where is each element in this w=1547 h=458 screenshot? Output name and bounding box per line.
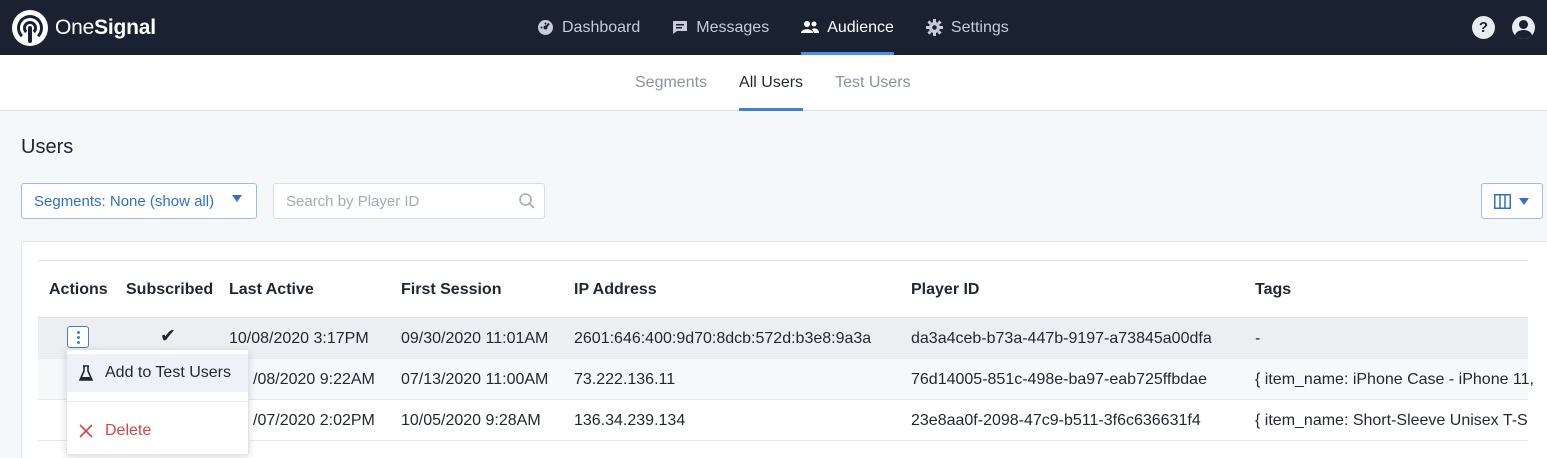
tab-segments[interactable]: Segments [635, 55, 707, 111]
col-tags: Tags [1255, 281, 1292, 298]
help-icon[interactable]: ? [1472, 16, 1495, 39]
users-table: Actions Subscribed Last Active First Ses… [38, 260, 1534, 441]
onesignal-logo[interactable]: OneSignal [12, 10, 156, 46]
nav-settings[interactable]: Settings [925, 0, 1009, 55]
cell-last-active: /07/2020 2:02PM [253, 412, 375, 429]
cell-ip: 73.222.136.11 [574, 371, 676, 388]
flask-icon [79, 364, 93, 381]
cell-first-session: 07/13/2020 11:00AM [401, 371, 549, 388]
cell-player-id[interactable]: 76d14005-851c-498e-ba97-eab725ffbdae [911, 371, 1207, 389]
cell-first-session: 09/30/2020 11:01AM [401, 330, 549, 347]
delete-user-item[interactable]: Delete [67, 412, 248, 450]
table-row: /07/2020 2:02PM 10/05/2020 9:28AM 136.34… [38, 400, 1528, 441]
dashboard-icon [538, 20, 553, 35]
cell-ip: 2601:646:400:9d70:8dcb:572d:b3e8:9a3a [574, 330, 872, 347]
cell-last-active: 10/08/2020 3:17PM [229, 330, 369, 347]
caret-down-icon [1519, 198, 1529, 205]
nav-dashboard-label: Dashboard [562, 18, 641, 36]
cell-last-active: /08/2020 9:22AM [253, 371, 375, 388]
nav-audience-label: Audience [827, 18, 894, 36]
row-actions-button[interactable] [67, 326, 89, 348]
nav-audience[interactable]: Audience [801, 0, 894, 55]
table-header: Actions Subscribed Last Active First Ses… [38, 261, 1528, 318]
tab-all-users[interactable]: All Users [739, 55, 804, 111]
logo-text: OneSignal [55, 16, 156, 39]
message-icon [673, 21, 688, 34]
segments-dropdown-label: Segments: None (show all) [34, 192, 215, 210]
col-actions: Actions [49, 281, 108, 298]
cell-tags: { item_name: Short-Sleeve Unisex T-S [1255, 412, 1528, 429]
col-last-active[interactable]: Last Active [229, 281, 314, 299]
row-actions-menu: Add to Test Users Delete [66, 349, 249, 455]
top-nav: OneSignal Dashboard Messages Audience Se… [0, 0, 1547, 55]
avatar[interactable] [1512, 16, 1535, 39]
table-row: ✔ 10/08/2020 3:17PM 09/30/2020 11:01AM 2… [38, 318, 1528, 359]
page-title: Users [21, 136, 74, 158]
columns-icon [1494, 194, 1511, 209]
nav-messages[interactable]: Messages [672, 0, 769, 55]
users-icon [801, 21, 820, 33]
cell-tags: { item_name: iPhone Case - iPhone 11, [1255, 371, 1534, 388]
cell-player-id[interactable]: da3a4ceb-b73a-447b-9197-a73845a00dfa [911, 330, 1212, 348]
search-input[interactable] [286, 184, 516, 218]
menu-divider [67, 401, 248, 402]
cell-first-session: 10/05/2020 9:28AM [401, 412, 541, 429]
search-field[interactable] [273, 183, 545, 219]
search-icon [519, 193, 535, 209]
audience-subnav: Segments All Users Test Users [0, 55, 1547, 111]
cell-ip: 136.34.239.134 [574, 412, 686, 429]
users-card: Actions Subscribed Last Active First Ses… [21, 241, 1547, 458]
col-subscribed: Subscribed [126, 281, 214, 298]
delete-label: Delete [105, 422, 152, 439]
cell-player-id[interactable]: 23e8aa0f-2098-47c9-b511-3f6c636631f4 [911, 412, 1201, 430]
cell-tags: - [1255, 330, 1261, 347]
col-ip-address: IP Address [574, 281, 657, 298]
tab-test-users[interactable]: Test Users [835, 55, 911, 111]
onesignal-logo-icon [12, 10, 48, 46]
close-icon [79, 424, 93, 438]
table-row: /08/2020 9:22AM 07/13/2020 11:00AM 73.22… [38, 359, 1534, 400]
gear-icon [925, 19, 943, 36]
subscribed-check-icon: ✔ [160, 326, 176, 347]
nav-settings-label: Settings [950, 18, 1009, 36]
nav-dashboard[interactable]: Dashboard [537, 0, 640, 55]
col-player-id: Player ID [911, 281, 980, 298]
columns-button[interactable] [1481, 183, 1543, 219]
main-nav: Dashboard Messages Audience Settings [537, 0, 1041, 55]
col-first-session[interactable]: First Session [401, 281, 501, 299]
caret-down-icon [232, 195, 242, 202]
add-to-test-users-label: Add to Test Users [105, 364, 231, 381]
segments-dropdown[interactable]: Segments: None (show all) [21, 183, 257, 219]
add-to-test-users-item[interactable]: Add to Test Users [67, 354, 248, 392]
nav-messages-label: Messages [696, 18, 770, 36]
